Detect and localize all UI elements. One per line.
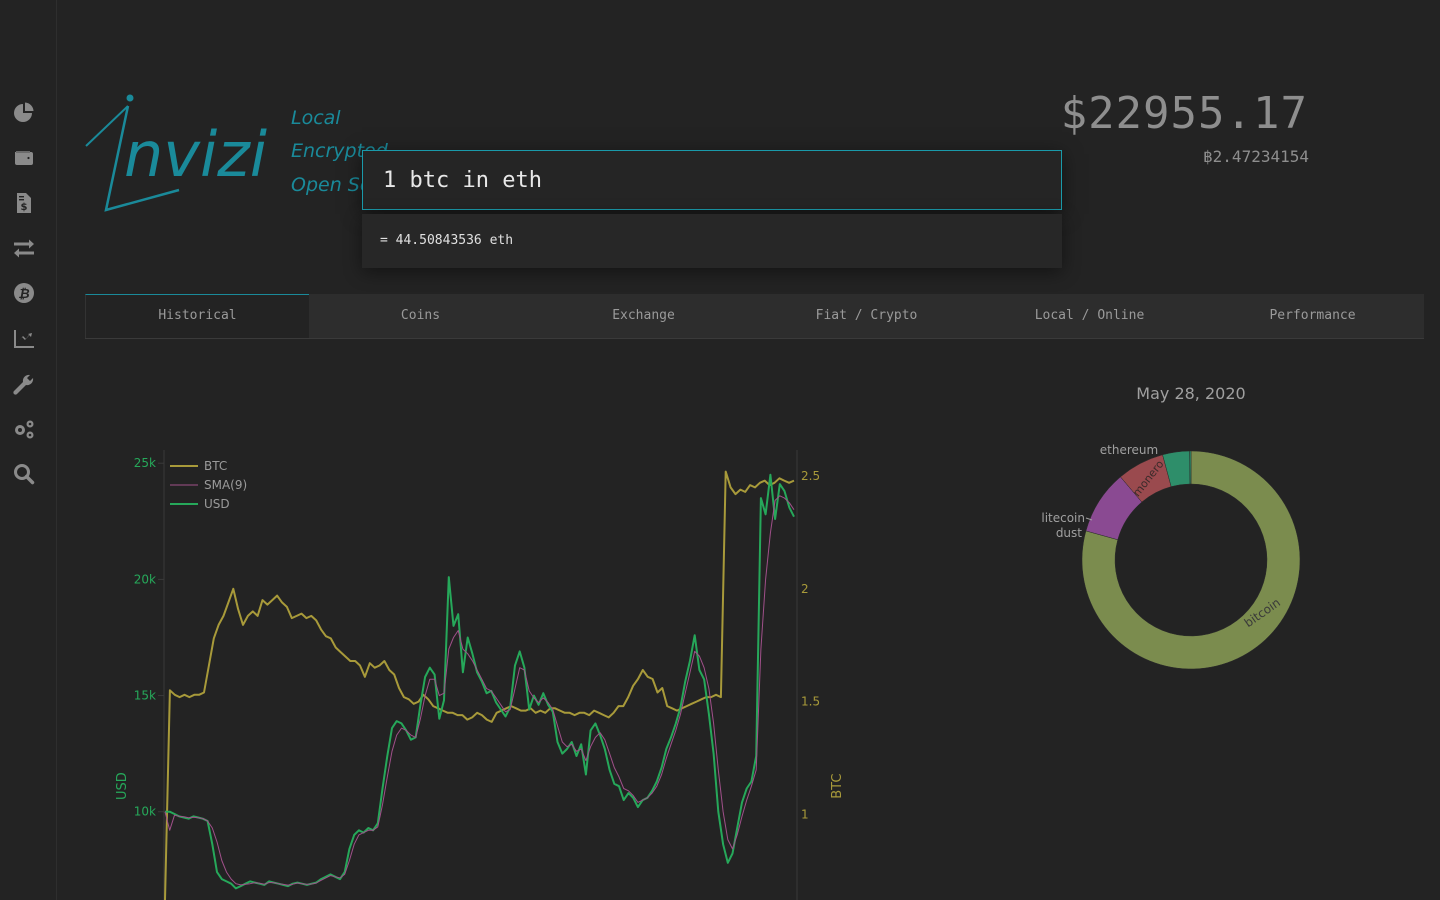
donut-label-litecoin: litecoin — [1041, 511, 1085, 525]
series-line-btc — [164, 470, 795, 900]
legend-label: BTC — [204, 459, 227, 473]
sidebar-item-invoice[interactable]: $ — [12, 191, 36, 215]
historical-line-chart: 10k 15k 20k 25k 1 1.5 2 2.5 USD BTC BTC SMA(9) U… — [115, 450, 845, 900]
command-result[interactable]: = 44.50843536 eth — [362, 214, 1062, 268]
gears-icon — [15, 420, 34, 439]
tab-performance[interactable]: Performance — [1201, 294, 1424, 338]
tagline-local: Local — [291, 107, 341, 129]
sidebar-item-portfolio[interactable] — [12, 101, 36, 125]
donut-label-dust: dust — [1056, 526, 1082, 540]
wrench-icon — [13, 374, 34, 395]
bitcoin-icon: ₿ — [14, 283, 34, 303]
tab-coins[interactable]: Coins — [309, 294, 532, 338]
usd-axis-ticks: 10k 15k 20k 25k — [134, 456, 164, 819]
sidebar-item-search[interactable] — [12, 462, 36, 486]
series-line-sma9 — [164, 495, 795, 886]
btc-tick-label: 1.5 — [801, 695, 820, 709]
btc-axis-label: BTC — [830, 774, 845, 799]
chart-legend: BTC SMA(9) USD — [170, 459, 247, 511]
balance-btc: ฿2.47234154 — [1203, 147, 1309, 166]
tab-historical[interactable]: Historical — [85, 294, 309, 338]
sidebar-item-wallet[interactable] — [12, 146, 36, 170]
donut-title: May 28, 2020 — [1136, 384, 1246, 403]
legend-label: USD — [204, 497, 230, 511]
invoice-icon: $ — [17, 193, 31, 213]
line-chart-icon — [14, 330, 34, 348]
tab-local-online[interactable]: Local / Online — [978, 294, 1201, 338]
pie-chart-icon — [14, 102, 34, 122]
tab-exchange[interactable]: Exchange — [532, 294, 755, 338]
donut-slice-dust — [1189, 450, 1192, 485]
brand-wordmark: nvizi — [124, 118, 267, 191]
usd-tick-label: 25k — [134, 456, 156, 470]
btc-axis-ticks: 1 1.5 2 2.5 — [801, 469, 820, 821]
tab-fiat-crypto[interactable]: Fiat / Crypto — [755, 294, 978, 338]
balance-usd: $22955.17 — [1060, 88, 1308, 139]
search-icon — [14, 464, 35, 485]
invizi-logo: nvizi — [85, 94, 267, 212]
scrollbar[interactable] — [1424, 0, 1440, 900]
btc-tick-label: 2 — [801, 582, 809, 596]
usd-tick-label: 10k — [134, 805, 156, 819]
sidebar-item-exchange[interactable] — [12, 236, 36, 260]
legend-label: SMA(9) — [204, 478, 247, 492]
sidebar-item-charts[interactable] — [12, 327, 36, 351]
series-layer — [164, 470, 795, 900]
btc-tick-label: 2.5 — [801, 469, 820, 483]
exchange-arrows-icon — [14, 239, 34, 258]
usd-axis-label: USD — [115, 772, 130, 800]
sidebar-item-settings[interactable] — [12, 417, 36, 441]
usd-tick-label: 15k — [134, 689, 156, 703]
donut-label-ethereum: ethereum — [1100, 443, 1158, 457]
series-line-usd — [165, 473, 795, 890]
sidebar-item-tools[interactable] — [12, 372, 36, 396]
sidebar-item-coins[interactable]: ₿ — [12, 281, 36, 305]
command-input[interactable] — [363, 151, 1061, 209]
usd-tick-label: 20k — [134, 572, 156, 586]
portfolio-donut-chart: bitcoinethereummonerolitecoindust — [1041, 443, 1301, 670]
wallet-icon — [15, 151, 33, 165]
tab-bar: Historical Coins Exchange Fiat / Crypto … — [85, 294, 1424, 339]
svg-text:₿: ₿ — [18, 287, 29, 302]
command-input-container — [362, 150, 1062, 210]
svg-text:$: $ — [21, 202, 28, 213]
sidebar: $ ₿ — [0, 0, 57, 900]
btc-tick-label: 1 — [801, 807, 809, 821]
